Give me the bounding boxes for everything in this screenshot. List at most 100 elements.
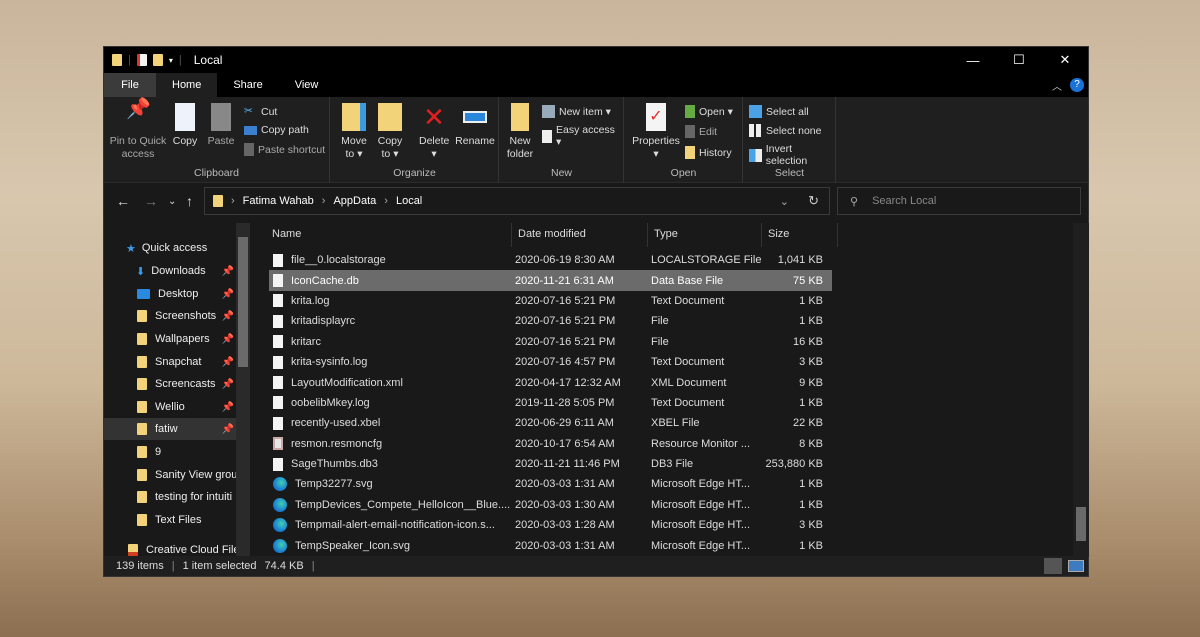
move-to-button[interactable]: Move to ▾ [339,103,369,161]
column-name[interactable]: Name [264,223,512,247]
customize-toolbar-icon[interactable]: ▾ [169,56,173,65]
file-row[interactable]: Temp32277.svg 2020-03-03 1:31 AM Microso… [269,474,832,494]
file-list: file__0.localstorage 2020-06-19 8:30 AM … [269,250,832,556]
file-row[interactable]: Tempmail-alert-email-notification-icon.s… [269,515,832,535]
organize-group: Move to ▾ Copy to ▾ ✕ Delete ▾ Rename Orga… [331,97,499,183]
tab-view[interactable]: View [279,73,335,97]
address-dropdown-icon[interactable]: ⌄ [780,195,789,208]
cut-button[interactable]: ✂ Cut [244,105,277,118]
copy-to-button[interactable]: Copy to ▾ [375,103,405,161]
sidebar-item-sanity-view[interactable]: Sanity View grou [104,464,236,486]
sidebar-item-screencasts[interactable]: Screencasts 📌 [104,373,236,395]
sidebar-item-desktop[interactable]: Desktop 📌 [104,283,236,305]
tab-share[interactable]: Share [217,73,278,97]
pin-quick-access-button[interactable]: 📌 Pin to Quick access [108,98,168,161]
sidebar-item-wallpapers[interactable]: Wallpapers 📌 [104,328,236,350]
file-list-scrollbar[interactable] [1073,223,1089,557]
file-row[interactable]: krita.log 2020-07-16 5:21 PM Text Docume… [269,291,832,311]
file-list-scroll-thumb[interactable] [1076,507,1086,541]
tab-file[interactable]: File [104,73,156,97]
new-folder-quick-icon[interactable] [152,54,163,66]
new-item-button[interactable]: New item ▾ [542,105,611,118]
back-button[interactable]: ← [116,193,130,209]
history-button[interactable]: History [685,146,732,159]
sidebar-scroll-thumb[interactable] [238,237,248,367]
column-date-modified[interactable]: Date modified [512,223,648,247]
sidebar-item-screenshots[interactable]: Screenshots 📌 [104,305,236,327]
move-to-icon [342,103,366,131]
invert-selection-button[interactable]: Invert selection [749,143,835,167]
pin-icon[interactable]: 📌 [222,266,234,277]
search-box[interactable]: ⚲ Search Local [837,187,1081,215]
recent-locations-button[interactable]: ⌄ [168,196,176,207]
pin-icon[interactable]: 📌 [222,334,234,345]
pin-icon[interactable]: 📌 [222,289,234,300]
pin-icon[interactable]: 📌 [222,424,234,435]
properties-quick-icon[interactable] [136,54,147,66]
delete-button[interactable]: ✕ Delete ▾ [419,103,449,161]
file-row[interactable]: resmon.resmoncfg 2020-10-17 6:54 AM Reso… [269,434,832,454]
breadcrumb-fatima-wahab[interactable]: Fatima Wahab [243,195,314,207]
breadcrumb-appdata[interactable]: AppData [333,195,376,207]
sidebar-item-text-files[interactable]: Text Files [104,509,236,531]
refresh-icon[interactable]: ↻ [808,193,819,209]
file-row[interactable]: kritarc 2020-07-16 5:21 PM File 16 KB [269,332,832,352]
easy-access-button[interactable]: Easy access ▾ [542,124,623,148]
file-row[interactable]: TempDevices_Compete_HelloIcon__Blue.... … [269,495,832,515]
up-button[interactable]: ↑ [186,193,193,209]
pin-icon: 📌 [126,98,151,120]
sidebar-item-quick-access[interactable]: ★ Quick access [104,237,236,259]
file-row[interactable]: krita-sysinfo.log 2020-07-16 4:57 PM Tex… [269,352,832,372]
edit-button[interactable]: Edit [685,125,717,138]
sidebar-item-fatiw[interactable]: fatiw 📌 [104,418,236,440]
file-icon [273,396,283,410]
sidebar-item-testing[interactable]: testing for intuiti [104,486,236,508]
breadcrumb-local[interactable]: Local [396,195,422,207]
sidebar-item-wellio[interactable]: Wellio 📌 [104,396,236,418]
open-icon [685,105,695,118]
pin-icon[interactable]: 📌 [222,402,234,413]
properties-button[interactable]: ✓ Properties ▾ [631,103,681,161]
help-icon[interactable]: ? [1070,78,1084,92]
date-modified-cell: 2020-11-21 11:46 PM [515,458,620,471]
paste-shortcut-button[interactable]: Paste shortcut [244,143,325,156]
collapse-ribbon-icon[interactable]: ︿ [1052,78,1062,93]
file-row[interactable]: LayoutModification.xml 2020-04-17 12:32 … [269,372,832,392]
select-none-button[interactable]: Select none [749,124,821,137]
file-row[interactable]: file__0.localstorage 2020-06-19 8:30 AM … [269,250,832,270]
pin-icon[interactable]: 📌 [222,379,234,390]
details-view-button[interactable] [1044,558,1062,574]
paste-button[interactable]: Paste [206,103,236,148]
address-bar[interactable]: › Fatima Wahab › AppData › Local ⌄ ↻ [204,187,830,215]
search-input[interactable]: Search Local [872,195,936,207]
column-size[interactable]: Size [762,223,838,247]
file-row[interactable]: oobelibMkey.log 2019-11-28 5:05 PM Text … [269,393,832,413]
pin-icon[interactable]: 📌 [222,311,234,322]
copy-button[interactable]: Copy [170,103,200,148]
rename-icon [463,111,487,123]
file-row[interactable]: kritadisplayrc 2020-07-16 5:21 PM File 1… [269,311,832,331]
maximize-button[interactable]: ☐ [996,47,1042,73]
minimize-button[interactable]: — [950,47,996,73]
file-name-cell: krita-sysinfo.log [269,355,511,369]
sidebar-item-9[interactable]: 9 [104,441,236,463]
sidebar-scrollbar[interactable] [236,223,250,557]
new-folder-button[interactable]: New folder [504,103,536,161]
close-button[interactable]: ✕ [1042,47,1088,73]
copy-path-button[interactable]: Copy path [244,124,309,136]
rename-button[interactable]: Rename [455,103,495,148]
file-row[interactable]: TempSpeaker_Icon.svg 2020-03-03 1:31 AM … [269,535,832,555]
open-button[interactable]: Open ▾ [685,105,733,118]
file-row[interactable]: IconCache.db 2020-11-21 6:31 AM Data Bas… [269,270,832,291]
sidebar-item-downloads[interactable]: ⬇ Downloads 📌 [104,260,236,282]
file-row[interactable]: recently-used.xbel 2020-06-29 6:11 AM XB… [269,413,832,433]
large-icons-view-button[interactable] [1068,560,1084,572]
column-type[interactable]: Type [648,223,762,247]
file-row[interactable]: SageThumbs.db3 2020-11-21 11:46 PM DB3 F… [269,454,832,474]
sidebar-item-creative-cloud[interactable]: Creative Cloud File [104,539,236,557]
forward-button[interactable]: → [144,193,158,209]
tab-home[interactable]: Home [156,73,218,97]
select-all-button[interactable]: Select all [749,105,809,118]
sidebar-item-snapchat[interactable]: Snapchat 📌 [104,351,236,373]
pin-icon[interactable]: 📌 [222,357,234,368]
